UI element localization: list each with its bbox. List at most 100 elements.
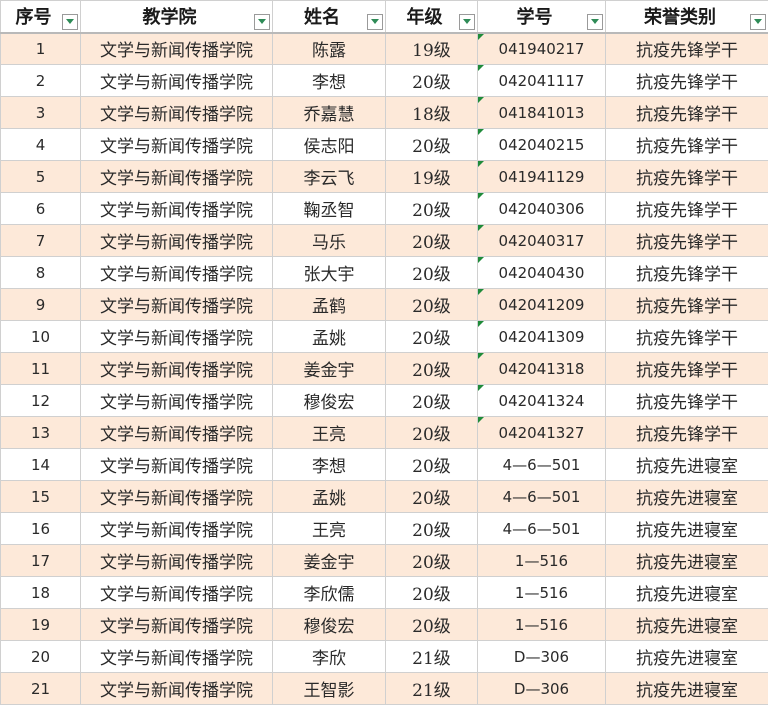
cell-grade[interactable]: 19级: [385, 32, 478, 65]
cell-college[interactable]: 文学与新闻传播学院: [80, 448, 273, 481]
cell-honor[interactable]: 抗疫先进寝室: [605, 640, 768, 673]
cell-index[interactable]: 15: [0, 480, 81, 513]
cell-student-id[interactable]: 1—516: [477, 576, 606, 609]
cell-student-id[interactable]: 042041117: [477, 64, 606, 97]
cell-grade[interactable]: 20级: [385, 416, 478, 449]
cell-student-id[interactable]: 042040317: [477, 224, 606, 257]
cell-student-id[interactable]: D—306: [477, 640, 606, 673]
cell-grade[interactable]: 19级: [385, 160, 478, 193]
cell-college[interactable]: 文学与新闻传播学院: [80, 256, 273, 289]
cell-honor[interactable]: 抗疫先进寝室: [605, 512, 768, 545]
cell-college[interactable]: 文学与新闻传播学院: [80, 64, 273, 97]
cell-college[interactable]: 文学与新闻传播学院: [80, 96, 273, 129]
cell-honor[interactable]: 抗疫先锋学干: [605, 128, 768, 161]
cell-index[interactable]: 18: [0, 576, 81, 609]
cell-college[interactable]: 文学与新闻传播学院: [80, 608, 273, 641]
cell-honor[interactable]: 抗疫先进寝室: [605, 448, 768, 481]
cell-college[interactable]: 文学与新闻传播学院: [80, 352, 273, 385]
cell-name[interactable]: 孟鹤: [272, 288, 386, 321]
cell-name[interactable]: 姜金宇: [272, 544, 386, 577]
cell-grade[interactable]: 21级: [385, 672, 478, 705]
cell-index[interactable]: 21: [0, 672, 81, 705]
cell-name[interactable]: 李欣: [272, 640, 386, 673]
cell-name[interactable]: 李想: [272, 64, 386, 97]
cell-index[interactable]: 7: [0, 224, 81, 257]
cell-college[interactable]: 文学与新闻传播学院: [80, 640, 273, 673]
cell-index[interactable]: 9: [0, 288, 81, 321]
cell-honor[interactable]: 抗疫先进寝室: [605, 608, 768, 641]
cell-name[interactable]: 王亮: [272, 416, 386, 449]
cell-student-id[interactable]: 042041209: [477, 288, 606, 321]
cell-student-id[interactable]: 042040215: [477, 128, 606, 161]
cell-index[interactable]: 19: [0, 608, 81, 641]
cell-grade[interactable]: 20级: [385, 576, 478, 609]
cell-index[interactable]: 2: [0, 64, 81, 97]
filter-dropdown-icon[interactable]: [459, 13, 475, 30]
cell-index[interactable]: 6: [0, 192, 81, 225]
cell-name[interactable]: 李想: [272, 448, 386, 481]
cell-honor[interactable]: 抗疫先锋学干: [605, 32, 768, 65]
cell-index[interactable]: 20: [0, 640, 81, 673]
filter-dropdown-icon[interactable]: [254, 13, 270, 30]
cell-name[interactable]: 王亮: [272, 512, 386, 545]
cell-student-id[interactable]: 1—516: [477, 608, 606, 641]
cell-honor[interactable]: 抗疫先锋学干: [605, 416, 768, 449]
cell-index[interactable]: 1: [0, 32, 81, 65]
cell-index[interactable]: 10: [0, 320, 81, 353]
cell-index[interactable]: 17: [0, 544, 81, 577]
cell-grade[interactable]: 20级: [385, 384, 478, 417]
filter-dropdown-icon[interactable]: [587, 13, 603, 30]
cell-grade[interactable]: 18级: [385, 96, 478, 129]
cell-honor[interactable]: 抗疫先锋学干: [605, 384, 768, 417]
cell-college[interactable]: 文学与新闻传播学院: [80, 224, 273, 257]
cell-honor[interactable]: 抗疫先锋学干: [605, 224, 768, 257]
cell-student-id[interactable]: 4—6—501: [477, 512, 606, 545]
cell-student-id[interactable]: 4—6—501: [477, 480, 606, 513]
column-header-honor[interactable]: 荣誉类别: [605, 0, 768, 34]
cell-name[interactable]: 张大宇: [272, 256, 386, 289]
cell-grade[interactable]: 20级: [385, 352, 478, 385]
column-header-index[interactable]: 序号: [0, 0, 81, 34]
cell-name[interactable]: 王智影: [272, 672, 386, 705]
cell-name[interactable]: 孟姚: [272, 480, 386, 513]
cell-college[interactable]: 文学与新闻传播学院: [80, 480, 273, 513]
cell-grade[interactable]: 20级: [385, 256, 478, 289]
column-header-grade[interactable]: 年级: [385, 0, 478, 34]
cell-student-id[interactable]: 042041318: [477, 352, 606, 385]
cell-name[interactable]: 乔嘉慧: [272, 96, 386, 129]
cell-honor[interactable]: 抗疫先进寝室: [605, 576, 768, 609]
cell-honor[interactable]: 抗疫先锋学干: [605, 288, 768, 321]
cell-index[interactable]: 4: [0, 128, 81, 161]
cell-index[interactable]: 5: [0, 160, 81, 193]
cell-college[interactable]: 文学与新闻传播学院: [80, 384, 273, 417]
cell-index[interactable]: 11: [0, 352, 81, 385]
cell-honor[interactable]: 抗疫先锋学干: [605, 192, 768, 225]
cell-student-id[interactable]: 041940217: [477, 32, 606, 65]
cell-student-id[interactable]: 041941129: [477, 160, 606, 193]
cell-student-id[interactable]: 1—516: [477, 544, 606, 577]
cell-college[interactable]: 文学与新闻传播学院: [80, 672, 273, 705]
cell-honor[interactable]: 抗疫先锋学干: [605, 352, 768, 385]
cell-student-id[interactable]: 042041327: [477, 416, 606, 449]
cell-grade[interactable]: 20级: [385, 512, 478, 545]
cell-grade[interactable]: 20级: [385, 320, 478, 353]
cell-index[interactable]: 8: [0, 256, 81, 289]
cell-student-id[interactable]: 4—6—501: [477, 448, 606, 481]
cell-honor[interactable]: 抗疫先锋学干: [605, 96, 768, 129]
cell-name[interactable]: 姜金宇: [272, 352, 386, 385]
cell-name[interactable]: 鞠丞智: [272, 192, 386, 225]
cell-name[interactable]: 侯志阳: [272, 128, 386, 161]
cell-college[interactable]: 文学与新闻传播学院: [80, 320, 273, 353]
cell-grade[interactable]: 20级: [385, 288, 478, 321]
column-header-college[interactable]: 教学院: [80, 0, 273, 34]
cell-name[interactable]: 穆俊宏: [272, 608, 386, 641]
cell-student-id[interactable]: 042040430: [477, 256, 606, 289]
cell-student-id[interactable]: D—306: [477, 672, 606, 705]
cell-honor[interactable]: 抗疫先进寝室: [605, 672, 768, 705]
cell-college[interactable]: 文学与新闻传播学院: [80, 128, 273, 161]
cell-index[interactable]: 14: [0, 448, 81, 481]
cell-student-id[interactable]: 042041309: [477, 320, 606, 353]
cell-grade[interactable]: 20级: [385, 448, 478, 481]
cell-index[interactable]: 12: [0, 384, 81, 417]
cell-name[interactable]: 穆俊宏: [272, 384, 386, 417]
